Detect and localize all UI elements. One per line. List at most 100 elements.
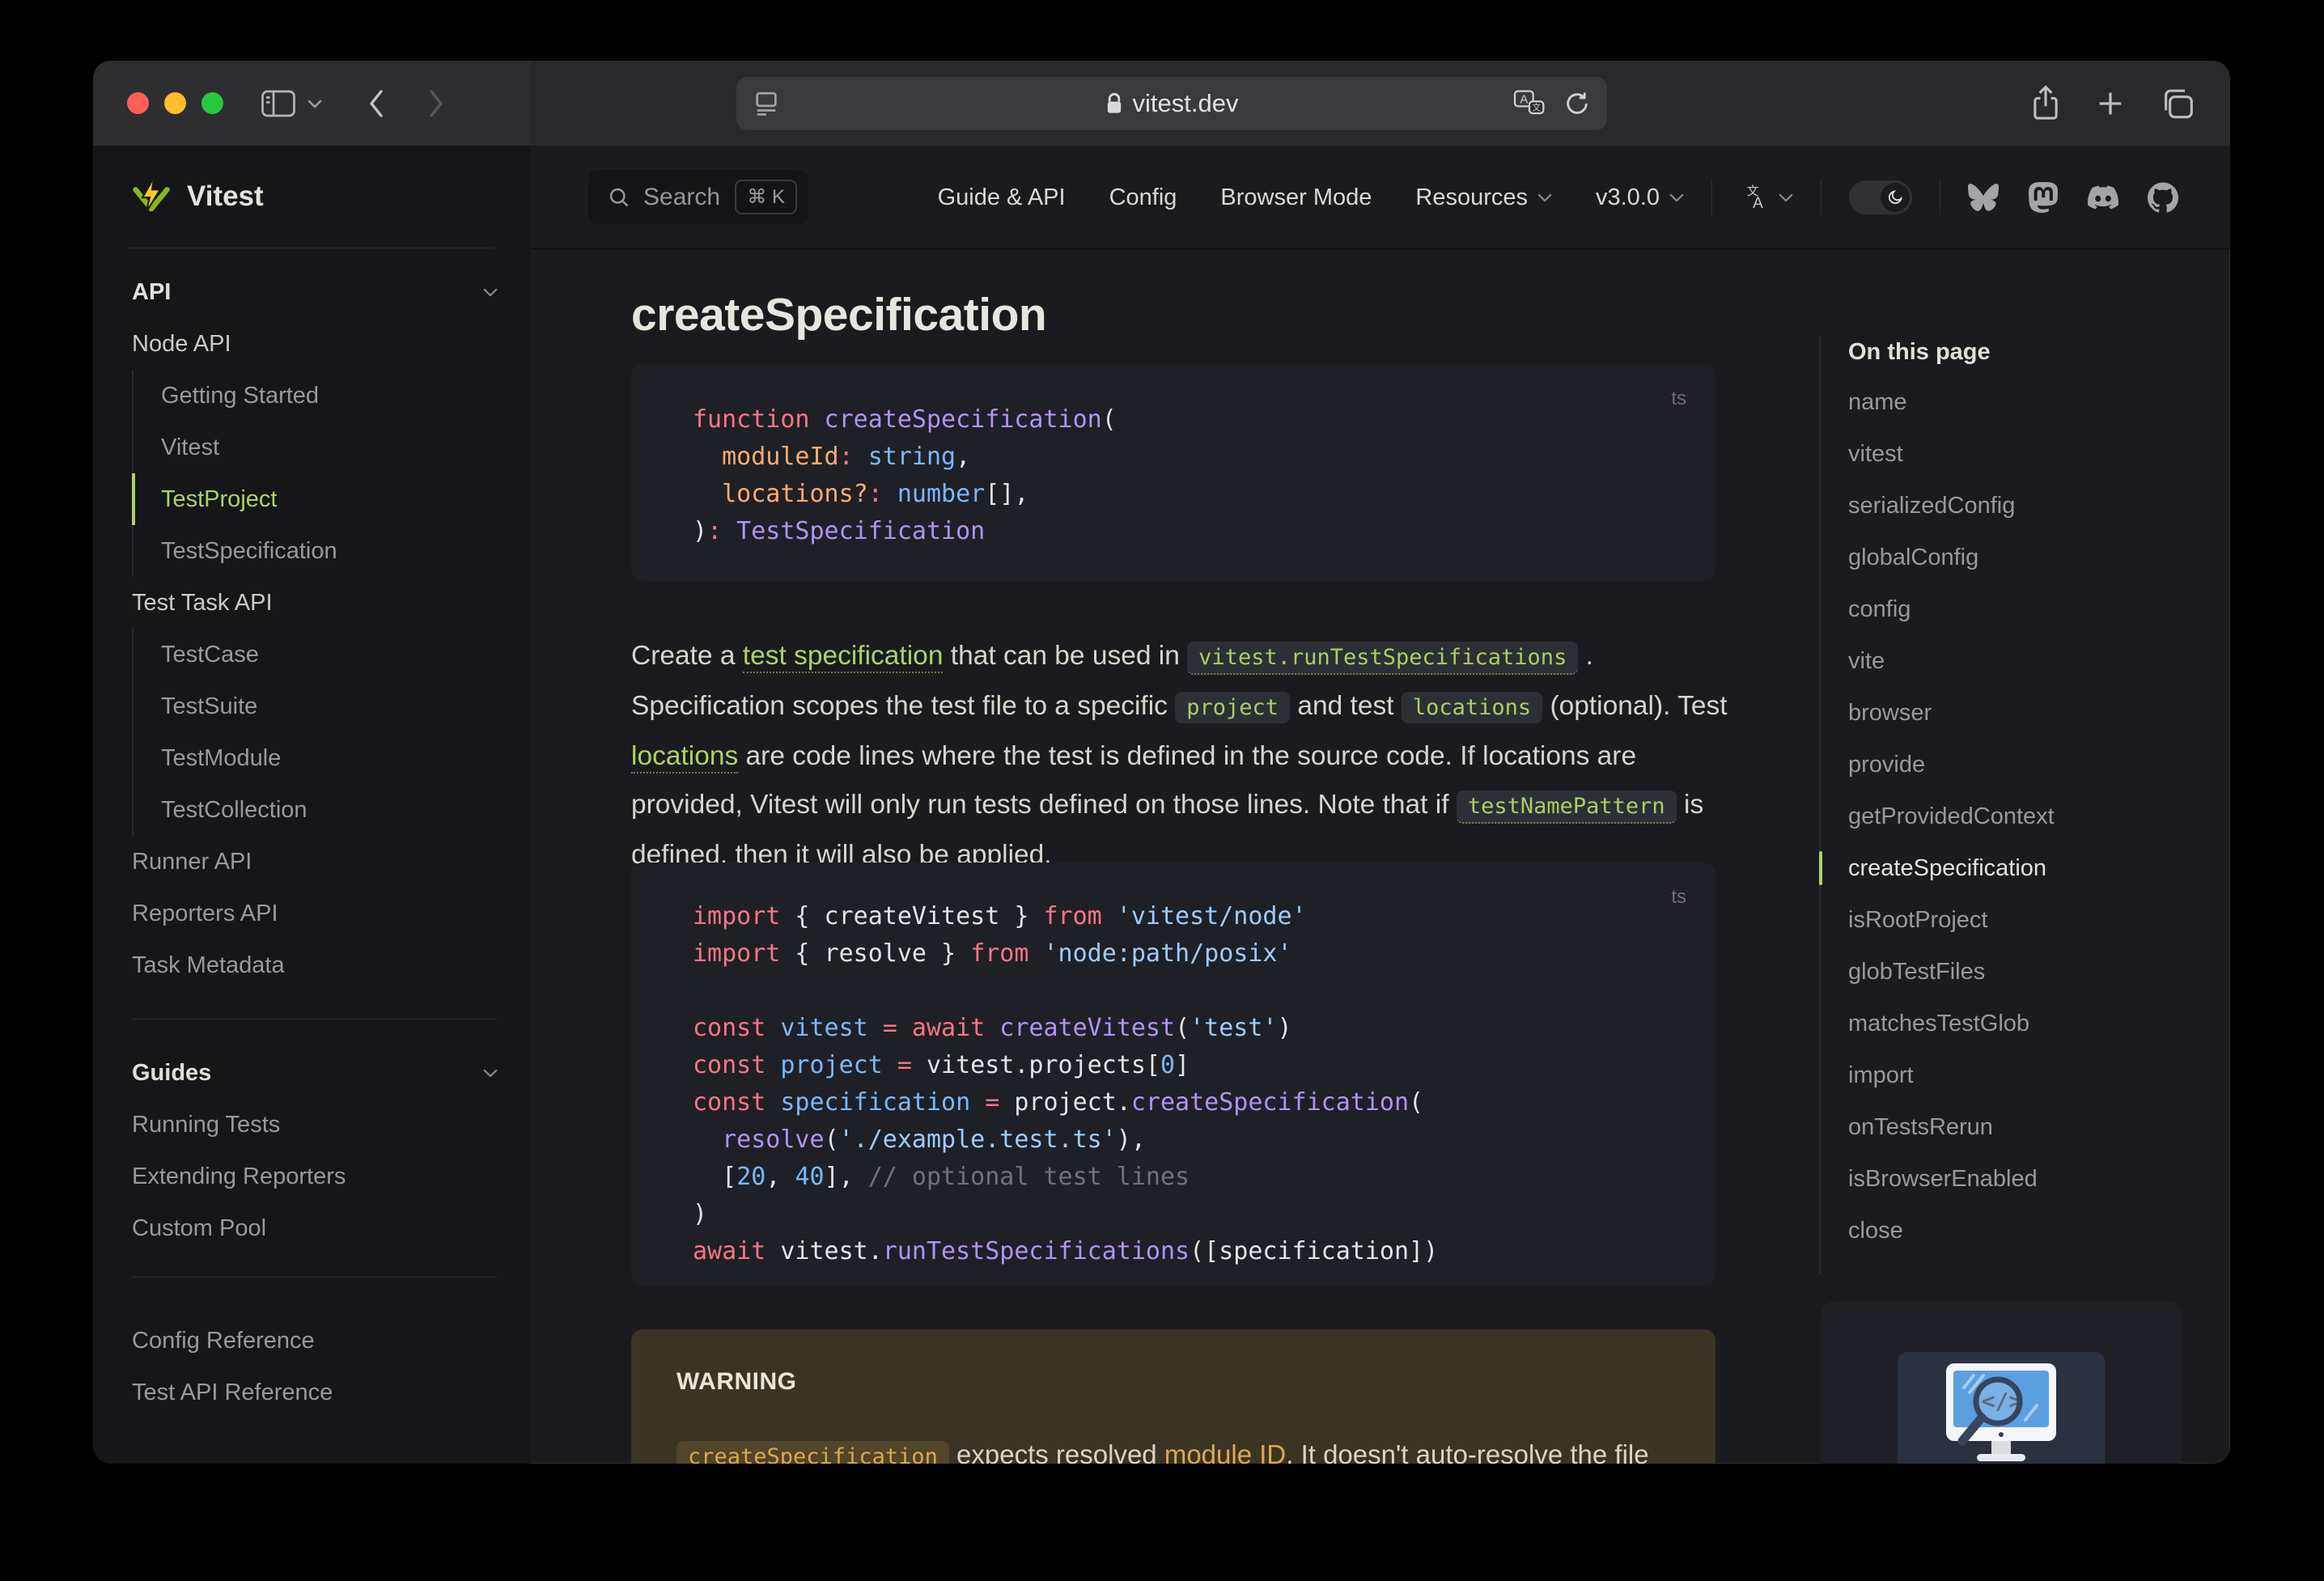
outline-item-isrootproject[interactable]: isRootProject: [1819, 894, 2191, 946]
sidebar-item-custom-pool[interactable]: Custom Pool: [132, 1202, 498, 1254]
mastodon-icon[interactable]: [2028, 182, 2059, 213]
sidebar-item-testmodule[interactable]: TestModule: [132, 732, 498, 784]
outline-item-ontestsrerun[interactable]: onTestsRerun: [1819, 1101, 2191, 1153]
sidebar-item-extending-reporters[interactable]: Extending Reporters: [132, 1151, 498, 1202]
sidebar-item-guides[interactable]: Guides: [132, 1047, 498, 1099]
address-bar[interactable]: vitest.dev A 文: [736, 77, 1607, 130]
nav-link-config[interactable]: Config: [1109, 184, 1177, 211]
sidebar-toggle-icon[interactable]: [261, 90, 295, 117]
site-logo[interactable]: Vitest: [130, 146, 493, 248]
code-token: await: [693, 1237, 766, 1265]
code-token: 'test': [1190, 1014, 1278, 1042]
outline-item-vite[interactable]: vite: [1819, 635, 2191, 687]
toolbar-left: [93, 61, 530, 146]
code-token: vitest.: [765, 1237, 883, 1265]
search-shortcut: ⌘ K: [735, 180, 797, 214]
code-token: [: [693, 1163, 737, 1191]
outline-item-isbrowserenabled[interactable]: isBrowserEnabled: [1819, 1153, 2191, 1205]
outline-item-label: import: [1848, 1062, 1914, 1088]
warning-callout: WARNING createSpecification expects reso…: [631, 1329, 1715, 1464]
code-token: const: [693, 1051, 766, 1079]
minimize-window-button[interactable]: [164, 92, 186, 114]
sidebar-item-api[interactable]: API: [132, 266, 498, 318]
moon-icon: [1888, 190, 1902, 205]
sidebar-item-testcollection[interactable]: TestCollection: [132, 784, 498, 836]
sidebar-item-label: Config Reference: [132, 1327, 315, 1354]
code-link[interactable]: testNamePattern: [1456, 790, 1677, 824]
doc-paragraph: Create a test specification that can be …: [631, 632, 1732, 880]
sidebar-item-running-tests[interactable]: Running Tests: [132, 1099, 498, 1151]
sidebar-item-testsuite[interactable]: TestSuite: [132, 680, 498, 732]
bluesky-icon[interactable]: [1968, 182, 1999, 213]
tab-overview-icon[interactable]: [2159, 87, 2195, 120]
reload-icon[interactable]: [1563, 90, 1591, 117]
code-token: (: [824, 1125, 839, 1154]
doc-link[interactable]: test specification: [742, 640, 944, 673]
zoom-window-button[interactable]: [201, 92, 223, 114]
code-line: const vitest = await createVitest('test'…: [693, 1010, 1691, 1047]
outline-item-config[interactable]: config: [1819, 583, 2191, 635]
url-text: vitest.dev: [1132, 89, 1239, 117]
code-token: 0: [1160, 1051, 1176, 1079]
sidebar-item-vitest[interactable]: Vitest: [132, 422, 498, 473]
sidebar-item-testproject[interactable]: TestProject: [132, 473, 498, 525]
new-tab-icon[interactable]: [2094, 87, 2127, 120]
share-icon[interactable]: [2029, 84, 2062, 122]
sidebar-item-test-task-api[interactable]: Test Task API: [132, 577, 498, 629]
nav-link-guide-api[interactable]: Guide & API: [938, 184, 1066, 211]
sidebar-chevron-icon[interactable]: [307, 99, 323, 108]
svg-text:文: 文: [1532, 103, 1541, 113]
language-menu[interactable]: 文 A: [1740, 183, 1793, 212]
nav-link-v3-0-0[interactable]: v3.0.0: [1596, 184, 1684, 211]
outline-item-provide[interactable]: provide: [1819, 739, 2191, 790]
outline-item-getprovidedcontext[interactable]: getProvidedContext: [1819, 790, 2191, 842]
browser-window: vitest.dev A 文 Vitest API Node API Getti…: [93, 61, 2230, 1464]
sidebar-nav: API Node API Getting Started Vitest TestProj…: [93, 248, 530, 1418]
code-link[interactable]: vitest.runTestSpecifications: [1187, 641, 1579, 675]
code-lang-badge: ts: [1671, 388, 1686, 409]
github-icon[interactable]: [2148, 182, 2178, 213]
code-token: ),: [1116, 1125, 1146, 1154]
outline-item-close[interactable]: close: [1819, 1205, 2191, 1257]
sidebar-item-config-reference[interactable]: Config Reference: [132, 1315, 498, 1367]
sidebar-item-testcase[interactable]: TestCase: [132, 629, 498, 680]
outline-item-name[interactable]: name: [1819, 376, 2191, 428]
outline-item-createspecification[interactable]: createSpecification: [1819, 842, 2191, 894]
code-token: =: [882, 1051, 912, 1079]
sidebar-item-label: Reporters API: [132, 900, 278, 926]
search-icon: [609, 188, 629, 206]
discord-icon[interactable]: [2088, 182, 2118, 213]
sidebar-item-test-api-reference[interactable]: Test API Reference: [132, 1367, 498, 1418]
sidebar-item-node-api[interactable]: Node API: [132, 318, 498, 370]
sidebar-item-runner-api[interactable]: Runner API: [132, 836, 498, 888]
forward-icon[interactable]: [426, 87, 447, 121]
outline-item-label: vite: [1848, 647, 1885, 674]
sidebar-item-label: Task Metadata: [132, 952, 285, 978]
warn-link[interactable]: module ID: [1164, 1439, 1287, 1464]
code-token: 20: [736, 1163, 766, 1191]
outline-item-browser[interactable]: browser: [1819, 687, 2191, 739]
outline-item-globtestfiles[interactable]: globTestFiles: [1819, 946, 2191, 998]
outline-item-matchestestglob[interactable]: matchesTestGlob: [1819, 998, 2191, 1049]
nav-link-label: Config: [1109, 184, 1177, 210]
sidebar-item-label: Test Task API: [132, 589, 273, 616]
outline-item-globalconfig[interactable]: globalConfig: [1819, 532, 2191, 583]
outline-item-serializedconfig[interactable]: serializedConfig: [1819, 480, 2191, 532]
search-input[interactable]: Search ⌘ K: [588, 170, 808, 224]
sidebar-item-testspecification[interactable]: TestSpecification: [132, 525, 498, 577]
sidebar-item-getting-started[interactable]: Getting Started: [132, 370, 498, 422]
close-window-button[interactable]: [127, 92, 149, 114]
nav-link-resources[interactable]: Resources: [1415, 184, 1552, 211]
nav-link-browser-mode[interactable]: Browser Mode: [1220, 184, 1372, 211]
reader-view-icon[interactable]: [753, 90, 780, 117]
outline-item-vitest[interactable]: vitest: [1819, 428, 2191, 480]
outline-active-marker: [1819, 851, 1822, 885]
sidebar-item-task-metadata[interactable]: Task Metadata: [132, 939, 498, 991]
sidebar-item-reporters-api[interactable]: Reporters API: [132, 888, 498, 939]
appearance-toggle[interactable]: [1849, 180, 1912, 214]
translate-icon[interactable]: A 文: [1513, 89, 1546, 118]
doc-link[interactable]: locations: [631, 740, 739, 774]
promo-card[interactable]: </>: [1821, 1301, 2182, 1464]
back-icon[interactable]: [365, 87, 386, 121]
outline-item-import[interactable]: import: [1819, 1049, 2191, 1101]
